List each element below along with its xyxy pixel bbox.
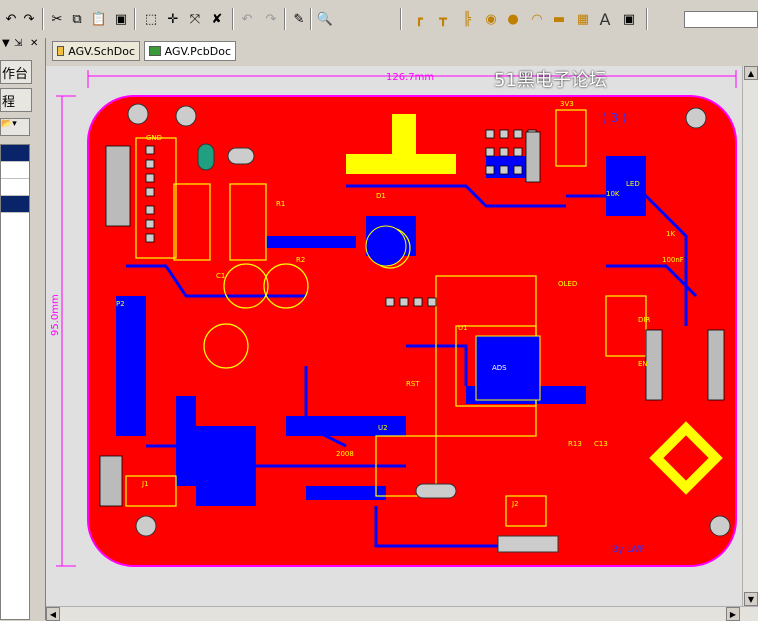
silk-label: 100nF: [662, 256, 684, 264]
silk-label: ADS: [492, 364, 507, 372]
silk-label: P2: [116, 300, 125, 308]
silk-label: GND: [146, 134, 162, 142]
list-item[interactable]: [1, 196, 29, 213]
rubber-stamp-icon[interactable]: ▣: [112, 10, 130, 28]
project-mode-dropdown[interactable]: 📂▾: [0, 118, 30, 136]
tab-label: AGV.PcbDoc: [164, 44, 231, 58]
workspace-label: 作台: [2, 66, 29, 82]
silk-label: RST: [406, 380, 420, 388]
silk-label: C13: [594, 440, 608, 448]
main-toolbar: ↶ ↷ ✂ ⧉ 📋 ▣ ⬚ ✛ ⤧ ✘ ↶ ↷ ✎ 🔍 ┏ ┳ ╠ ◉ ● ◠ …: [0, 0, 758, 39]
list-item[interactable]: [1, 162, 29, 179]
select-area-icon[interactable]: ⬚: [142, 10, 160, 28]
clear-filter-icon[interactable]: ✘: [208, 10, 226, 28]
silk-label: ( 3 ): [602, 111, 627, 125]
copy-icon[interactable]: ⧉: [68, 10, 86, 28]
multi-route-icon[interactable]: ╠: [458, 10, 476, 28]
undo-disabled-icon: ↶: [241, 11, 253, 27]
list-item[interactable]: [1, 145, 29, 162]
pcb-board-drawing: 126.7mm 95.0mm GND P2 R1 C1 R2 U1 J1 J2 …: [50, 70, 737, 567]
silk-label: EN: [638, 360, 648, 368]
move-icon[interactable]: ✛: [164, 10, 182, 28]
via-icon[interactable]: ●: [504, 10, 522, 28]
paste-icon[interactable]: 📋: [90, 10, 108, 28]
deselect-icon[interactable]: ⤧: [186, 10, 204, 28]
close-icon[interactable]: ✕: [30, 38, 38, 49]
workspace-button[interactable]: 作台: [0, 60, 32, 84]
tab-pcbdoc[interactable]: AGV.PcbDoc: [144, 41, 236, 61]
silk-label: J2: [511, 500, 519, 508]
silk-label: 1K: [666, 230, 675, 238]
interactive-route-icon[interactable]: ┏: [410, 10, 428, 28]
project-label: 程: [2, 94, 16, 110]
silk-label: By LWF: [612, 545, 645, 555]
silk-label: C1: [216, 272, 225, 280]
projects-panel: ▼ ⇲ ✕ 作台 程 📂▾: [0, 38, 46, 620]
schematic-doc-icon: [57, 46, 65, 56]
mcu-chip: [475, 335, 541, 401]
capacitor-bottom: [365, 225, 407, 267]
toolbar-input[interactable]: [684, 11, 758, 28]
watermark-text: 51黑电子论坛: [494, 70, 607, 91]
redo-disabled-icon: ↷: [265, 11, 277, 27]
tab-label: AGV.SchDoc: [68, 44, 135, 58]
silk-label: 2008: [336, 450, 354, 458]
left-dimension-label: 95.0mm: [50, 294, 61, 336]
redo-icon[interactable]: ↷: [20, 10, 38, 28]
silk-label: DIR: [638, 316, 650, 324]
silk-label: R1: [276, 200, 285, 208]
arc-icon[interactable]: ◠: [528, 10, 546, 28]
silk-label: OLED: [558, 280, 577, 288]
pad-icon[interactable]: ◉: [482, 10, 500, 28]
silk-label: U1: [458, 324, 468, 332]
project-button[interactable]: 程: [0, 88, 32, 112]
silk-label: J1: [141, 480, 149, 488]
silk-label: R2: [296, 256, 305, 264]
browse-icon[interactable]: 🔍: [316, 10, 334, 28]
pcb-editor-canvas[interactable]: 126.7mm 95.0mm GND P2 R1 C1 R2 U1 J1 J2 …: [46, 66, 742, 606]
scroll-left-icon[interactable]: ◀: [46, 607, 60, 621]
string-icon[interactable]: A: [596, 10, 614, 29]
silk-label: LED: [626, 180, 640, 188]
silk-label: 10K: [606, 190, 620, 198]
polygon-pour-icon[interactable]: ▦: [574, 10, 592, 28]
cross-probe-icon[interactable]: ✎: [290, 10, 308, 28]
pin-icon[interactable]: ▼: [2, 38, 10, 49]
vertical-scrollbar[interactable]: ▲ ▼: [742, 66, 758, 606]
panel-header: ▼ ⇲ ✕: [0, 38, 45, 52]
project-tree[interactable]: [0, 144, 30, 620]
tab-schdoc[interactable]: AGV.SchDoc: [52, 41, 140, 61]
silk-label: U2: [378, 424, 388, 432]
scroll-right-icon[interactable]: ▶: [726, 607, 740, 621]
differential-route-icon[interactable]: ┳: [434, 10, 452, 28]
pcb-doc-icon: [149, 46, 161, 56]
top-dimension-label: 126.7mm: [386, 72, 434, 83]
silk-label: D1: [376, 192, 386, 200]
undo-icon[interactable]: ↶: [2, 10, 20, 28]
cut-icon[interactable]: ✂: [48, 10, 66, 28]
fill-icon[interactable]: ▬: [550, 10, 568, 28]
scroll-up-icon[interactable]: ▲: [744, 66, 758, 80]
document-tabs: AGV.SchDoc AGV.PcbDoc: [46, 38, 758, 64]
silk-label: 3V3: [560, 100, 574, 108]
horizontal-scrollbar[interactable]: ◀ ▶: [46, 606, 758, 621]
silk-label: R13: [568, 440, 582, 448]
float-icon[interactable]: ⇲: [14, 38, 22, 49]
component-icon[interactable]: ▣: [620, 10, 638, 28]
scroll-down-icon[interactable]: ▼: [744, 592, 758, 606]
list-item[interactable]: [1, 179, 29, 196]
